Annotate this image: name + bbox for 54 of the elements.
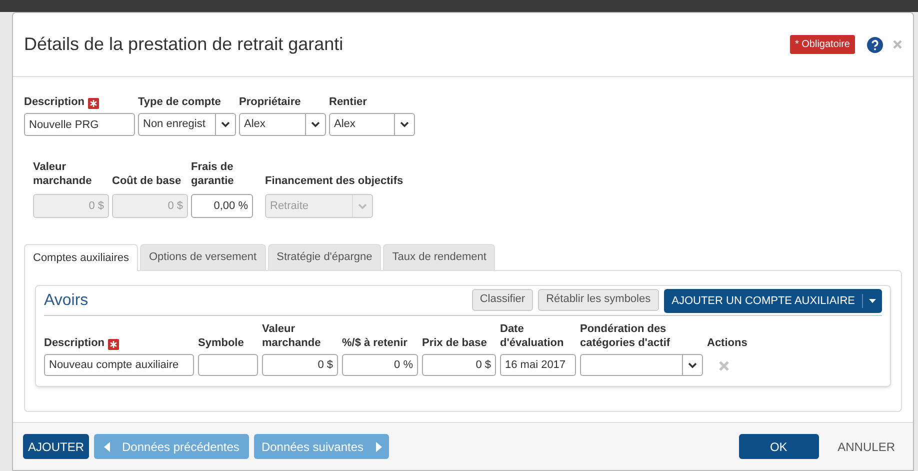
caret-icon (358, 202, 367, 210)
ok-button[interactable]: OK (738, 434, 819, 459)
left-arrow-icon (104, 442, 110, 452)
dropdown[interactable]: Non enregist (138, 113, 236, 136)
help-icon[interactable] (867, 36, 883, 52)
field-label: Type de compte (138, 95, 221, 109)
input-field[interactable]: 0 $ (262, 354, 338, 376)
caret-icon (688, 362, 697, 368)
input-field[interactable]: 16 mai 2017 (500, 354, 576, 376)
caret-icon (221, 121, 230, 128)
input-field[interactable]: Nouvelle PRG (24, 113, 135, 136)
toolbar-button[interactable]: Rétablir les symboles (538, 288, 659, 310)
field-label: Description (44, 336, 105, 350)
caret-icon (869, 298, 876, 302)
field-label: Pondération des catégories d'actif (580, 322, 672, 350)
field-label: %/$ à retenir (342, 336, 408, 350)
field-label: Prix de base (422, 336, 487, 350)
input-field[interactable] (198, 354, 258, 376)
toolbar-button[interactable]: Classifier (472, 288, 534, 310)
input-field[interactable]: 0 % (342, 354, 418, 376)
tab[interactable]: Comptes auxiliaires (24, 244, 138, 271)
field-label: Coût de base (112, 174, 182, 188)
caret-icon (400, 121, 409, 128)
field-label: Financement des objectifs (265, 174, 404, 188)
field-label: Description (24, 95, 85, 109)
cancel-button[interactable]: ANNULER (834, 434, 899, 459)
field-label: Symbole (198, 336, 244, 350)
dropdown[interactable] (580, 354, 703, 376)
required-badge: * Obligatoire (790, 35, 855, 54)
right-arrow-icon (376, 442, 382, 452)
field-label: Date d'évaluation (500, 322, 565, 350)
field-label: Valeur marchande (262, 322, 322, 350)
add-button[interactable]: AJOUTER (23, 434, 90, 459)
input-field[interactable]: 0 $ (422, 354, 496, 376)
close-icon[interactable] (893, 40, 902, 49)
field-label: Rentier (329, 95, 367, 109)
delete-icon[interactable] (719, 361, 729, 371)
dropdown[interactable]: Alex (239, 113, 326, 136)
tab[interactable]: Taux de rendement (383, 244, 496, 270)
field-label: Propriétaire (239, 95, 301, 109)
field-label: Valeur marchande (33, 160, 93, 188)
required-icon (108, 339, 119, 350)
tab[interactable]: Options de versement (140, 244, 266, 270)
input-field[interactable]: 0,00 % (191, 194, 253, 218)
input-field[interactable]: Nouveau compte auxiliaire (44, 354, 194, 376)
caret-icon (311, 121, 320, 128)
tab[interactable]: Stratégie d'épargne (268, 244, 382, 270)
dialog-title: Détails de la prestation de retrait garanti (24, 33, 344, 56)
field-label: Frais de garantie (191, 160, 235, 188)
required-icon (88, 98, 99, 109)
dropdown[interactable]: Alex (329, 113, 415, 136)
section-title: Avoirs (44, 290, 88, 310)
field-label: Actions (707, 336, 748, 350)
add-account-button[interactable]: AJOUTER UN COMPTE AUXILIAIRE (664, 288, 882, 312)
